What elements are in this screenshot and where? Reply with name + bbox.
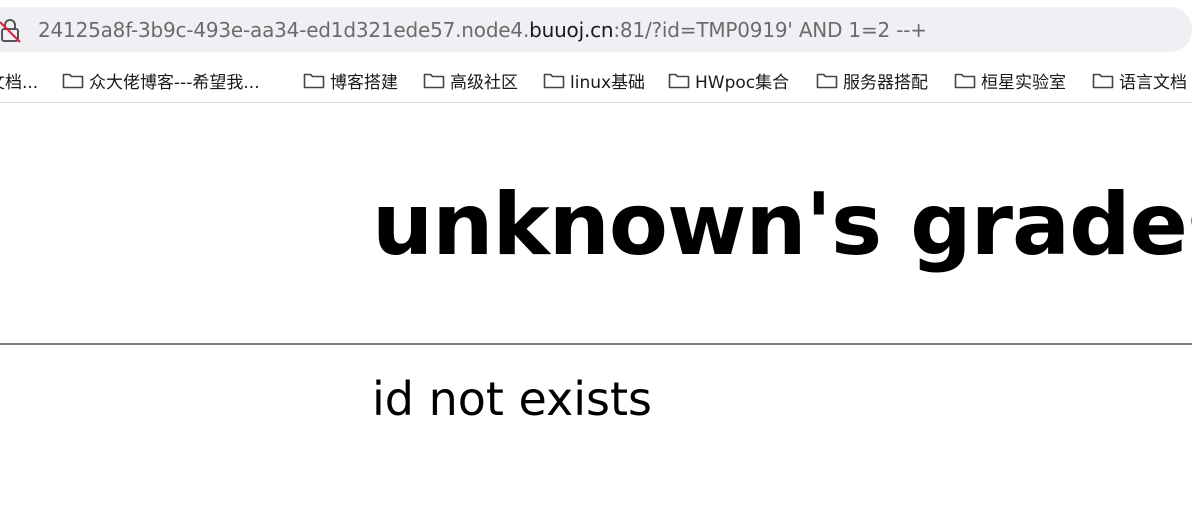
url-suffix: :81/?id=TMP0919' AND 1=2 --+ <box>613 18 927 42</box>
address-bar: 24125a8f-3b9c-493e-aa34-ed1d321ede57.nod… <box>0 0 1192 58</box>
url-domain: buuoj.cn <box>529 18 614 42</box>
url-prefix: 24125a8f-3b9c-493e-aa34-ed1d321ede57.nod… <box>38 18 530 42</box>
bookmark-label: HWpoc集合 <box>695 72 790 93</box>
bookmark-folder[interactable]: linux基础 <box>543 68 646 93</box>
bookmark-folder[interactable]: HWpoc集合 <box>668 68 790 93</box>
bookmark-label: 高级社区 <box>450 72 518 93</box>
bookmark-folder[interactable]: 博客搭建 <box>303 68 398 93</box>
folder-icon <box>1092 73 1114 89</box>
folder-icon <box>62 73 84 89</box>
bookmark-label: 桓星实验室 <box>981 72 1066 93</box>
page-title: unknown's grades <box>372 175 1192 275</box>
folder-icon <box>423 73 445 89</box>
bookmark-label: 众大佬博客---希望我... <box>89 72 260 93</box>
folder-icon <box>668 73 690 89</box>
bookmark-folder[interactable]: 高级社区 <box>423 68 518 93</box>
result-message: id not exists <box>372 372 653 426</box>
bookmark-label: 博客搭建 <box>330 72 398 93</box>
bookmark-item[interactable]: 文档... <box>0 68 39 93</box>
folder-icon <box>954 73 976 89</box>
bookmark-folder[interactable]: 桓星实验室 <box>954 68 1066 93</box>
bookmark-folder[interactable]: 众大佬博客---希望我... <box>62 68 260 93</box>
bookmark-label: 文档... <box>0 72 39 93</box>
url-text[interactable]: 24125a8f-3b9c-493e-aa34-ed1d321ede57.nod… <box>38 16 927 44</box>
folder-icon <box>543 73 565 89</box>
page-content: unknown's grades id not exists <box>0 103 1192 509</box>
insecure-lock-icon[interactable] <box>0 18 24 44</box>
divider <box>0 343 1192 345</box>
bookmarks-bar: 文档... 众大佬博客---希望我... 博客搭建 高级社区 linux基础 H… <box>0 58 1192 103</box>
folder-icon <box>303 73 325 89</box>
folder-icon <box>816 73 838 89</box>
bookmark-label: 服务器搭配 <box>843 72 928 93</box>
bookmark-label: linux基础 <box>570 72 646 93</box>
bookmark-folder[interactable]: 语言文档 <box>1092 68 1187 93</box>
bookmark-label: 语言文档 <box>1119 72 1187 93</box>
bookmark-folder[interactable]: 服务器搭配 <box>816 68 928 93</box>
